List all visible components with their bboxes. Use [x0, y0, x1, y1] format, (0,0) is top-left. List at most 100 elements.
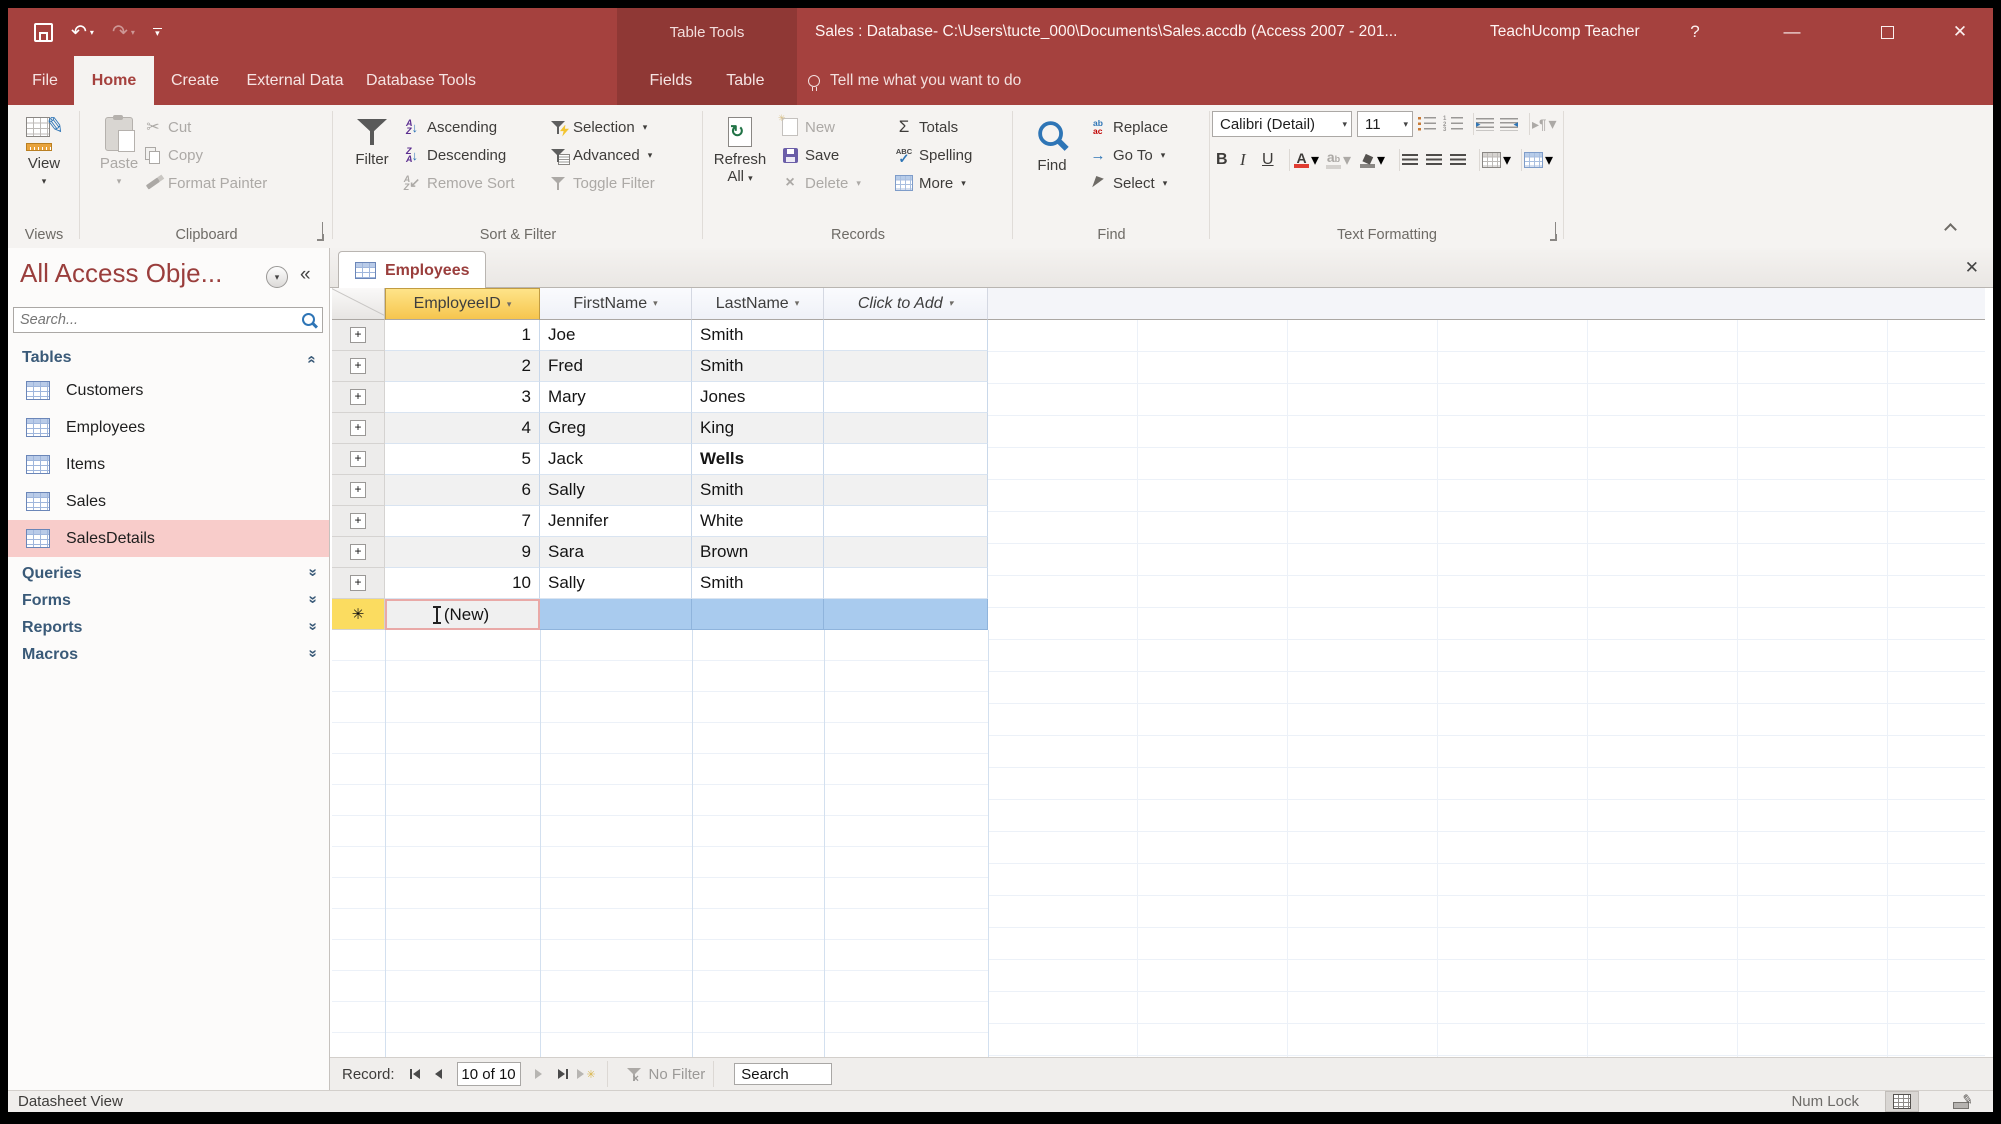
- save-record-button[interactable]: Save: [781, 143, 839, 167]
- undo-button[interactable]: ↶ ▾: [71, 23, 94, 42]
- nav-table-item[interactable]: Employees: [8, 409, 329, 446]
- cell-last-name[interactable]: White: [692, 506, 824, 537]
- nav-pane-menu-button[interactable]: ▾: [266, 266, 288, 288]
- nav-pane-title[interactable]: All Access Obje...: [20, 258, 222, 289]
- cell-first-name[interactable]: Greg: [540, 413, 692, 444]
- filter-button[interactable]: Filter: [343, 109, 401, 221]
- find-button[interactable]: Find: [1023, 109, 1081, 221]
- nav-section-tables[interactable]: Tables «: [8, 344, 329, 372]
- font-name-combo[interactable]: Calibri (Detail) ▾: [1212, 111, 1352, 137]
- cell-first-name[interactable]: Jennifer: [540, 506, 692, 537]
- tab-external-data[interactable]: External Data: [236, 56, 354, 105]
- close-button[interactable]: ✕: [1938, 8, 1982, 56]
- cell-first-name[interactable]: Mary: [540, 382, 692, 413]
- refresh-all-button[interactable]: ↻ Refresh All ▾: [711, 109, 769, 221]
- filter-dropdown-icon[interactable]: ▾: [653, 298, 658, 309]
- column-header-last-name[interactable]: LastName ▾: [692, 288, 824, 320]
- font-color-dropdown-icon[interactable]: ▾: [1311, 150, 1319, 170]
- datasheet-view-button[interactable]: [1885, 1091, 1919, 1112]
- increase-indent-button[interactable]: ◂: [1500, 111, 1518, 137]
- nav-table-item[interactable]: Customers: [8, 372, 329, 409]
- collapse-ribbon-button[interactable]: [1944, 221, 1957, 239]
- font-name-dropdown-icon[interactable]: ▾: [1336, 119, 1347, 130]
- cell-last-name[interactable]: Wells: [692, 444, 824, 475]
- row-selector[interactable]: +: [332, 382, 385, 413]
- cell-click-to-add[interactable]: [824, 444, 988, 475]
- expand-section-icon[interactable]: «: [303, 597, 320, 603]
- tab-home[interactable]: Home: [74, 56, 154, 105]
- underline-button[interactable]: U: [1262, 147, 1274, 173]
- view-button[interactable]: ✎ View ▾: [15, 109, 73, 221]
- new-record-click-to-add-cell[interactable]: [824, 599, 988, 630]
- expand-row-icon[interactable]: +: [350, 513, 366, 529]
- nav-search-input[interactable]: [14, 312, 301, 328]
- expand-row-icon[interactable]: +: [350, 544, 366, 560]
- cell-last-name[interactable]: Smith: [692, 568, 824, 599]
- descending-button[interactable]: Z A ↓ Descending: [403, 143, 506, 167]
- font-size-combo[interactable]: 11 ▾: [1357, 111, 1413, 137]
- cell-click-to-add[interactable]: [824, 413, 988, 444]
- collapse-section-icon[interactable]: «: [303, 355, 320, 361]
- cell-employee-id[interactable]: 1: [385, 320, 540, 351]
- current-record-box[interactable]: 10 of 10: [456, 1062, 521, 1086]
- cell-employee-id[interactable]: 9: [385, 537, 540, 568]
- expand-row-icon[interactable]: +: [350, 420, 366, 436]
- column-header-click-to-add[interactable]: Click to Add ▾: [824, 288, 988, 320]
- row-selector[interactable]: +: [332, 537, 385, 568]
- cell-employee-id[interactable]: 10: [385, 568, 540, 599]
- replace-button[interactable]: ab ac Replace: [1089, 115, 1168, 139]
- cell-first-name[interactable]: Sally: [540, 568, 692, 599]
- cell-first-name[interactable]: Jack: [540, 444, 692, 475]
- cell-click-to-add[interactable]: [824, 320, 988, 351]
- advanced-button[interactable]: Advanced ▾: [549, 143, 652, 167]
- filter-indicator[interactable]: No Filter: [626, 1066, 705, 1083]
- cell-first-name[interactable]: Sally: [540, 475, 692, 506]
- tab-employees[interactable]: Employees: [338, 251, 487, 289]
- new-blank-record-button[interactable]: ✳: [575, 1063, 599, 1085]
- nav-section-header[interactable]: Reports «: [8, 614, 329, 641]
- row-selector[interactable]: +: [332, 506, 385, 537]
- row-selector[interactable]: +: [332, 568, 385, 599]
- cell-employee-id[interactable]: 5: [385, 444, 540, 475]
- cell-click-to-add[interactable]: [824, 382, 988, 413]
- tell-me-box[interactable]: Tell me what you want to do: [808, 56, 1021, 105]
- align-center-button[interactable]: [1426, 147, 1442, 173]
- fill-color-dropdown-icon[interactable]: ▾: [1377, 150, 1385, 170]
- nav-section-header[interactable]: Queries «: [8, 560, 329, 587]
- expand-row-icon[interactable]: +: [350, 575, 366, 591]
- cell-first-name[interactable]: Joe: [540, 320, 692, 351]
- alt-row-dropdown-icon[interactable]: ▾: [1545, 150, 1553, 170]
- cell-last-name[interactable]: Smith: [692, 320, 824, 351]
- cell-last-name[interactable]: King: [692, 413, 824, 444]
- filter-dropdown-icon[interactable]: ▾: [507, 299, 512, 310]
- new-row-selector[interactable]: ✳: [332, 599, 385, 630]
- text-formatting-dialog-launcher[interactable]: [1555, 222, 1556, 241]
- row-selector[interactable]: +: [332, 351, 385, 382]
- row-selector[interactable]: +: [332, 413, 385, 444]
- expand-section-icon[interactable]: «: [303, 651, 320, 657]
- font-size-dropdown-icon[interactable]: ▾: [1397, 119, 1408, 130]
- row-selector[interactable]: +: [332, 320, 385, 351]
- record-search-input[interactable]: [734, 1063, 833, 1085]
- customize-qat-button[interactable]: ▾: [152, 28, 162, 38]
- restore-button[interactable]: [1865, 8, 1909, 56]
- gridlines-dropdown-icon[interactable]: ▾: [1503, 150, 1511, 170]
- new-record-first-name-cell[interactable]: [540, 599, 692, 630]
- alternate-row-color-button[interactable]: ▾: [1524, 147, 1553, 173]
- cell-last-name[interactable]: Smith: [692, 351, 824, 382]
- clipboard-dialog-launcher[interactable]: [322, 222, 323, 241]
- nav-table-item[interactable]: SalesDetails: [8, 520, 329, 557]
- expand-section-icon[interactable]: «: [303, 624, 320, 630]
- help-button[interactable]: ?: [1673, 8, 1717, 56]
- cell-employee-id[interactable]: 4: [385, 413, 540, 444]
- align-left-button[interactable]: [1402, 147, 1418, 173]
- align-right-button[interactable]: [1450, 147, 1466, 173]
- filter-dropdown-icon[interactable]: ▾: [949, 298, 954, 309]
- minimize-button[interactable]: —: [1770, 8, 1814, 56]
- previous-record-button[interactable]: [427, 1063, 451, 1085]
- select-button[interactable]: Select ▾: [1089, 171, 1167, 195]
- tab-file[interactable]: File: [20, 56, 70, 105]
- more-button[interactable]: More ▾: [895, 171, 966, 195]
- design-view-button[interactable]: ✎: [1945, 1091, 1979, 1112]
- shutter-bar-close-button[interactable]: «: [300, 264, 311, 286]
